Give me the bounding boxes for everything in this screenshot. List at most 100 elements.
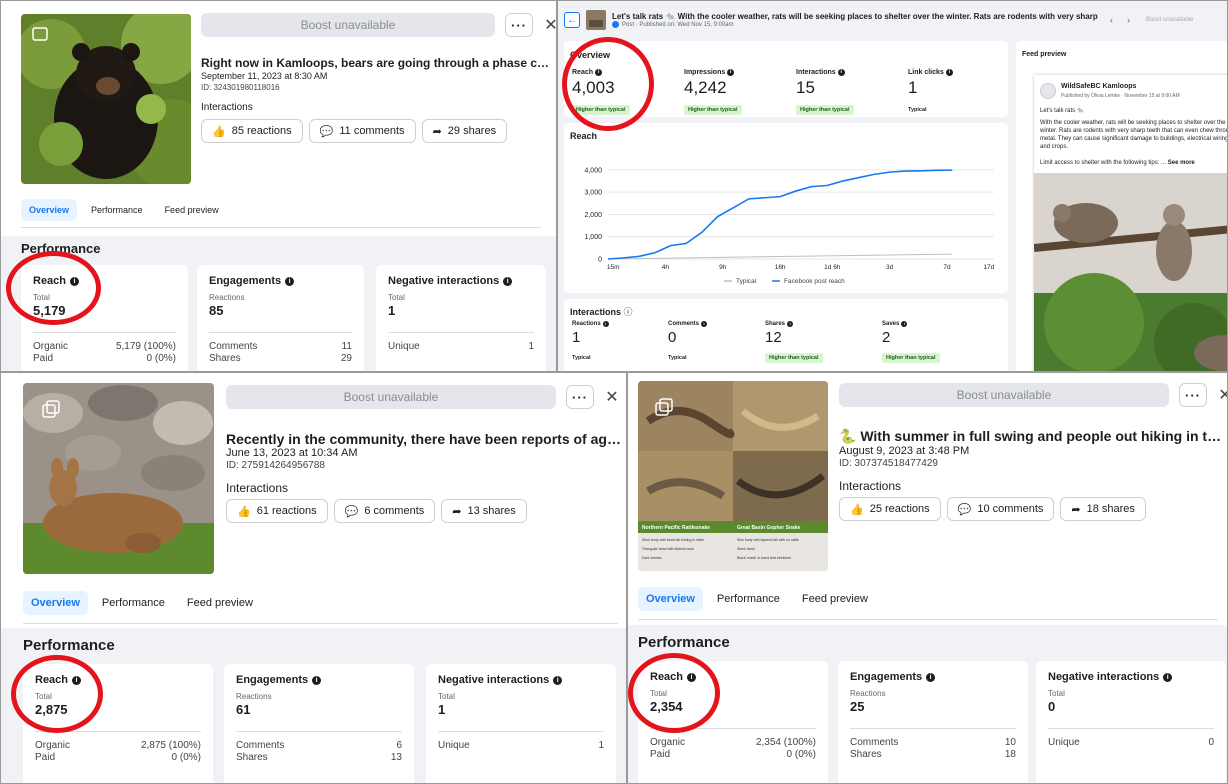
info-icon[interactable]: i <box>926 672 936 682</box>
series-line-typical <box>607 253 953 260</box>
metric-link-clicks: Link clicks i 1 Typical <box>908 69 953 116</box>
engagements-card-title: Engagements i <box>236 674 402 686</box>
post-thumbnail[interactable] <box>21 14 191 184</box>
y-tick-label: 4,000 <box>584 167 602 174</box>
reactions-pill[interactable]: 👍 61 reactions <box>226 499 328 523</box>
reactions-pill[interactable]: 👍 85 reactions <box>201 119 303 143</box>
info-icon[interactable]: i <box>727 69 735 76</box>
post-id: ID: 275914264956788 <box>226 460 325 471</box>
post-text-line1: Let's talk rats 🐀 <box>1040 108 1085 114</box>
interactions-label: Interactions <box>201 102 253 113</box>
tab-performance[interactable]: Performance <box>709 587 788 611</box>
next-arrow-icon[interactable]: › <box>1127 15 1130 25</box>
negative-card: Negative interactions i Total 1 Unique 1 <box>426 664 616 783</box>
info-icon[interactable]: i <box>701 321 708 327</box>
back-arrow-icon[interactable]: ← <box>564 12 580 28</box>
comments-pill[interactable]: 💬 6 comments <box>333 499 436 523</box>
boost-button[interactable]: Boost unavailable <box>1146 17 1193 23</box>
feed-preview-card: Feed preview WildSafeBC Kamloops Publish… <box>1016 41 1228 371</box>
reactions-count: 85 reactions <box>231 125 292 137</box>
shares-pill[interactable]: ➦ 13 shares <box>441 499 527 523</box>
boost-button[interactable]: Boost unavailable <box>201 13 495 37</box>
tab-performance[interactable]: Performance <box>83 199 151 221</box>
comments-row: Comments 11 <box>209 341 352 352</box>
left-trait-1: Stout body with blunt tail ending in rat… <box>642 538 704 542</box>
thumbs-up-icon: 👍 <box>237 505 251 518</box>
boost-button[interactable]: Boost unavailable <box>839 383 1169 407</box>
post-date: September 11, 2023 at 8:30 AM <box>201 71 328 81</box>
tab-feed-preview[interactable]: Feed preview <box>794 587 876 611</box>
tab-overview[interactable]: Overview <box>23 591 88 615</box>
tab-overview[interactable]: Overview <box>638 587 703 611</box>
engagements-card-title: Engagements i <box>850 671 1016 683</box>
unique-row: Unique 1 <box>388 341 534 352</box>
post-text-body: With the cooler weather, rats will be se… <box>1040 120 1228 150</box>
interactions-label: Interactions <box>839 479 902 493</box>
left-trait-3: Dark cheeks <box>642 556 662 560</box>
tab-feed-preview[interactable]: Feed preview <box>179 591 261 615</box>
info-icon[interactable]: i <box>901 321 908 327</box>
engagements-value: 25 <box>850 699 865 714</box>
published-by: Published by Olivia Lemke · November 15 … <box>1061 93 1180 99</box>
tab-feed-preview[interactable]: Feed preview <box>157 199 227 221</box>
engagements-sub: Reactions <box>850 689 886 698</box>
more-options-icon[interactable]: ··· <box>566 385 594 409</box>
thumbs-up-icon: 👍 <box>212 125 226 138</box>
info-icon[interactable]: i <box>787 321 794 327</box>
info-icon[interactable]: i <box>602 321 609 327</box>
more-options-icon[interactable]: ··· <box>505 13 533 37</box>
highlight-circle <box>11 655 103 733</box>
info-icon[interactable]: i <box>312 675 322 685</box>
info-icon[interactable]: i <box>503 276 513 286</box>
tab-performance[interactable]: Performance <box>94 591 173 615</box>
reactions-count: 25 reactions <box>869 503 930 515</box>
page-name[interactable]: WildSafeBC Kamloops <box>1061 83 1136 90</box>
engagements-card-title: Engagements i <box>209 275 352 287</box>
x-tick-label: 3d <box>886 264 894 271</box>
metric-comments: Comments i 0 Typical <box>668 321 708 364</box>
close-icon[interactable]: ✕ <box>1217 385 1227 405</box>
info-icon[interactable]: i <box>945 69 953 76</box>
info-icon[interactable]: i <box>1163 672 1173 682</box>
post-thumbnail[interactable] <box>23 383 214 574</box>
info-outline-icon[interactable]: ⓘ <box>624 307 633 317</box>
info-icon[interactable]: i <box>837 69 845 76</box>
negative-value: 1 <box>438 702 446 717</box>
prev-arrow-icon[interactable]: ‹ <box>1110 15 1113 25</box>
negative-sub: Total <box>1048 689 1065 698</box>
shares-count: 29 shares <box>447 125 497 137</box>
post-title: Right now in Kamloops, bears are going t… <box>201 56 551 70</box>
x-tick-label: 4h <box>662 264 670 271</box>
shares-pill[interactable]: ➦ 18 shares <box>1060 497 1146 521</box>
comments-pill[interactable]: 💬 11 comments <box>308 119 416 143</box>
left-trait-2: Triangular head with distinct neck <box>642 547 694 551</box>
see-more-link[interactable]: See more <box>1168 160 1195 166</box>
comments-count: 11 comments <box>339 125 405 137</box>
negative-card-title: Negative interactions i <box>438 674 604 686</box>
comments-pill[interactable]: 💬 10 comments <box>946 497 1055 521</box>
info-icon[interactable]: i <box>285 276 295 286</box>
metric-impressions: Impressions i 4,242 Higher than typical <box>684 69 742 116</box>
right-trait-1: Slim body with tapered tail with no ratt… <box>737 538 799 542</box>
tab-overview[interactable]: Overview <box>21 199 78 221</box>
post-card-snakes: Northern Pacific Rattlesnake Great Basin… <box>627 372 1228 784</box>
x-tick-label: 17d <box>983 264 994 271</box>
post-id: ID: 324301980118016 <box>201 83 280 92</box>
boost-button[interactable]: Boost unavailable <box>226 385 556 409</box>
post-card-deer: Boost unavailable ··· ✕ Recently in the … <box>0 372 627 784</box>
close-icon[interactable]: ✕ <box>604 387 620 407</box>
reach-line-chart: 0 1,000 2,000 3,000 4,000 15m 4h 9h 16h 1d 6h 3d 7d… <box>584 167 994 285</box>
more-options-icon[interactable]: ··· <box>1179 383 1207 407</box>
organic-row: Organic 2,875 (100%) <box>35 740 201 751</box>
shares-pill[interactable]: ➦ 29 shares <box>421 119 508 143</box>
right-species-label: Great Basin Gopher Snake <box>737 525 801 531</box>
close-icon[interactable]: ✕ <box>543 15 556 35</box>
post-thumbnail[interactable] <box>586 10 606 30</box>
info-icon[interactable]: i <box>553 675 563 685</box>
performance-heading: Performance <box>638 634 730 651</box>
paid-row: Paid 0 (0%) <box>650 749 816 760</box>
shares-count: 13 shares <box>467 505 516 517</box>
comments-count: 6 comments <box>364 505 425 517</box>
post-thumbnail[interactable]: Northern Pacific Rattlesnake Great Basin… <box>638 381 828 571</box>
reactions-pill[interactable]: 👍 25 reactions <box>839 497 941 521</box>
